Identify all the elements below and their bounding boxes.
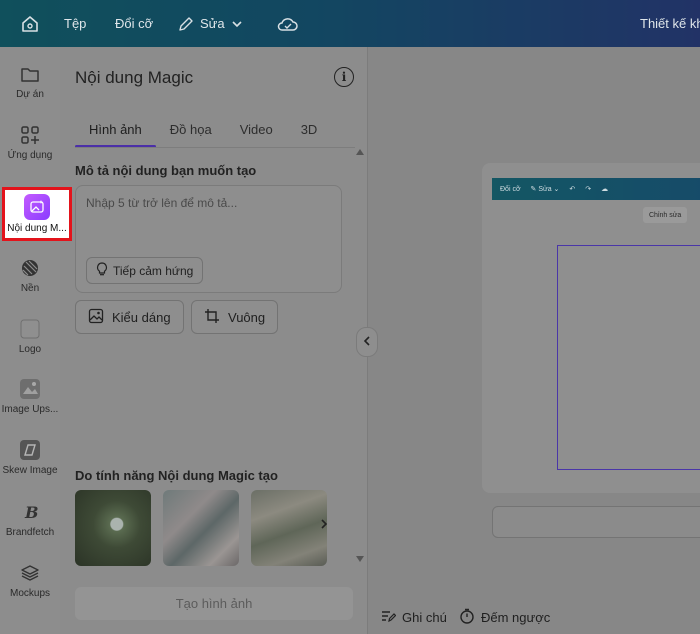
logo-icon (19, 318, 41, 340)
undo-icon: ↶ (569, 186, 576, 193)
cloud-icon: ☁ (601, 186, 609, 193)
preview-resize-label: Đổi cỡ (500, 185, 521, 193)
generated-thumbnail[interactable] (75, 490, 151, 566)
chevron-right-icon[interactable] (319, 517, 329, 533)
rail-item-image-upscaler[interactable]: Image Ups... (0, 378, 60, 415)
rail-item-projects[interactable]: Dự án (0, 63, 60, 100)
resize-menu-label: Đổi cỡ (115, 16, 154, 31)
cloud-save-button[interactable] (277, 0, 299, 47)
mockups-icon (19, 562, 41, 584)
edit-chip[interactable]: Chỉnh sửa (643, 207, 688, 223)
edit-menu[interactable]: Sửa (178, 0, 243, 47)
inspire-button[interactable]: Tiếp cảm hứng (86, 257, 204, 284)
image-upscaler-icon (19, 378, 41, 400)
lightbulb-icon (96, 262, 108, 279)
design-title-label: Thiết kế khô (640, 16, 700, 31)
preview-toolbar-content: Đổi cỡ ✎ Sửa ⌄ ↶ ↷ ☁ (492, 178, 700, 200)
notes-field[interactable] (492, 506, 700, 538)
top-bar-content: Tệp Đổi cỡ Sửa Thiết kế khô (0, 0, 700, 47)
file-menu-label: Tệp (64, 16, 87, 31)
rail-item-logo[interactable]: Logo (0, 318, 60, 355)
rail-item-brandfetch[interactable]: B Brandfetch (0, 501, 60, 538)
folder-icon (19, 63, 41, 85)
tab-video[interactable]: Video (226, 122, 287, 148)
background-icon (19, 257, 41, 279)
design-title[interactable]: Thiết kế khô (640, 0, 700, 47)
home-icon (20, 14, 40, 34)
prompt-textarea[interactable]: Nhập 5 từ trở lên để mô tả... Tiếp cảm h… (75, 185, 342, 293)
rail-item-label: Nội dung M... (7, 223, 67, 234)
notes-button[interactable]: Ghi chú (380, 608, 447, 627)
panel-tabs: Hình ảnh Đồ họa Video 3D (75, 122, 331, 148)
timer-button[interactable]: Đếm ngược (459, 608, 550, 627)
tab-3d[interactable]: 3D (287, 122, 332, 148)
inspire-button-label: Tiếp cảm hứng (113, 263, 194, 278)
rail-item-label: Skew Image (2, 465, 58, 476)
rail-item-mockups[interactable]: Mockups (0, 562, 60, 599)
prompt-placeholder: Nhập 5 từ trở lên để mô tả... (86, 196, 238, 210)
pencil-icon (178, 16, 194, 32)
chevron-down-icon (231, 18, 243, 30)
rail-item-magic-media[interactable]: Nội dung M... (2, 187, 72, 241)
rail-item-label: Logo (18, 344, 42, 355)
cloud-check-icon (277, 15, 299, 33)
brandfetch-icon: B (19, 501, 41, 523)
generated-label: Do tính năng Nội dung Magic tạo (75, 468, 278, 483)
aspect-ratio-button-label: Vuông (228, 309, 266, 325)
generated-thumbnails (75, 490, 345, 566)
info-icon[interactable]: i (334, 67, 354, 87)
notes-button-label: Ghi chú (402, 610, 447, 625)
crop-icon (204, 308, 220, 327)
collapse-panel-button[interactable] (356, 327, 378, 357)
edit-menu-label: Sửa (200, 16, 225, 31)
scroll-up-arrow[interactable] (356, 149, 364, 155)
panel-title: Nội dung Magic (75, 68, 194, 87)
chevron-left-icon (363, 335, 371, 349)
notes-icon (380, 608, 397, 627)
rail-item-background[interactable]: Nền (0, 257, 60, 294)
generated-thumbnail[interactable] (163, 490, 239, 566)
prompt-label: Mô tả nội dung bạn muốn tạo (75, 163, 257, 178)
aspect-ratio-button[interactable]: Vuông (191, 300, 279, 334)
resize-menu[interactable]: Đổi cỡ (115, 0, 153, 47)
image-style-icon (88, 308, 104, 327)
style-button-label: Kiểu dáng (112, 309, 171, 325)
rail-item-label: Dự án (16, 89, 44, 100)
rail-item-label: Image Ups... (1, 404, 59, 415)
tab-images[interactable]: Hình ảnh (75, 122, 156, 148)
preview-edit-label: ✎ Sửa ⌄ (530, 186, 560, 193)
timer-icon (459, 608, 475, 627)
home-button[interactable] (20, 0, 40, 47)
style-button[interactable]: Kiểu dáng (75, 300, 184, 334)
magic-media-icon (24, 194, 50, 220)
rail-item-label: Nền (20, 283, 40, 294)
rail-item-label: Ứng dụng (7, 150, 53, 161)
redo-icon: ↷ (585, 186, 592, 193)
page-frame[interactable] (557, 245, 700, 470)
timer-button-label: Đếm ngược (481, 610, 551, 625)
apps-icon (19, 124, 41, 146)
rail-item-label: Brandfetch (5, 527, 55, 538)
tab-graphics[interactable]: Đồ họa (156, 122, 226, 148)
rail-item-skew-image[interactable]: Skew Image (0, 439, 60, 476)
scroll-down-arrow[interactable] (356, 556, 364, 562)
rail-item-apps[interactable]: Ứng dụng (0, 124, 60, 161)
rail-item-label: Mockups (9, 588, 50, 599)
generated-thumbnail[interactable] (251, 490, 327, 566)
file-menu[interactable]: Tệp (64, 0, 86, 47)
magic-media-panel: Nội dung Magic i Hình ảnh Đồ họa Video 3… (60, 47, 368, 634)
tab-divider (75, 147, 355, 148)
svg-text:B: B (24, 503, 39, 522)
create-image-button[interactable]: Tạo hình ảnh (75, 587, 353, 620)
skew-image-icon (19, 439, 41, 461)
